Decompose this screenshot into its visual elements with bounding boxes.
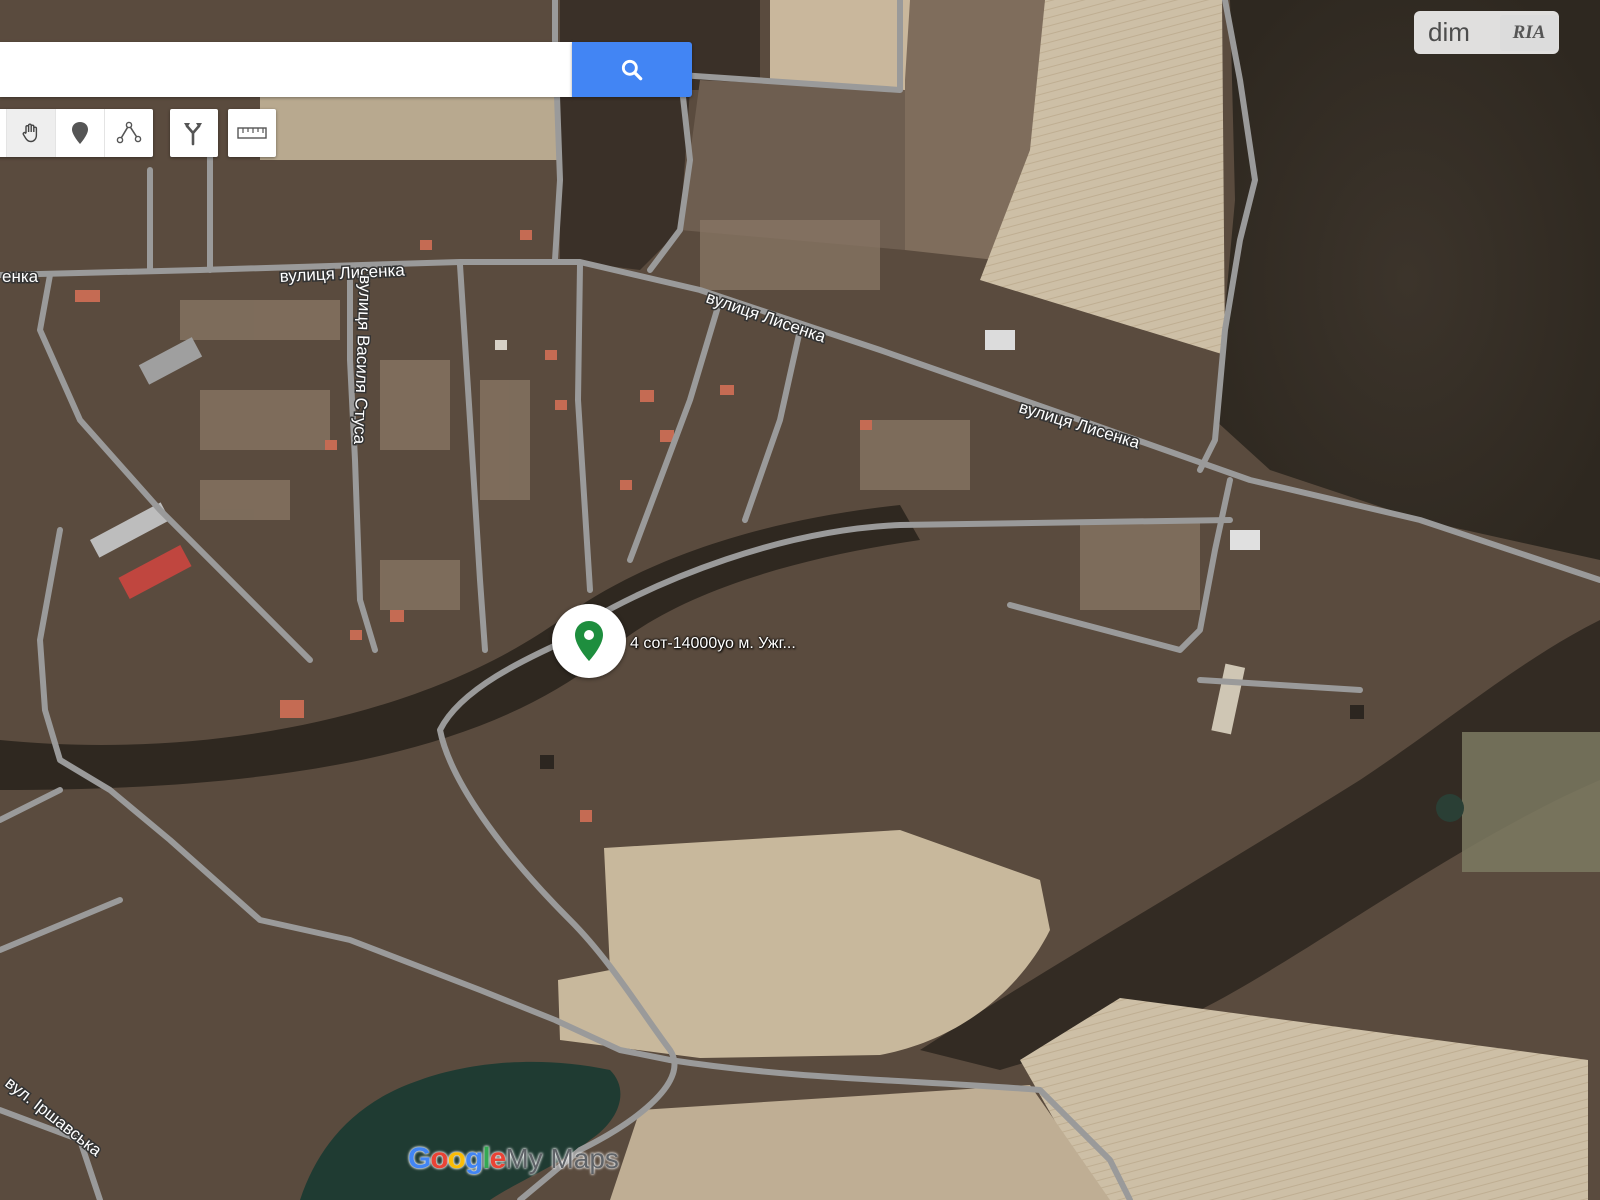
search-input[interactable] [0, 42, 572, 95]
draw-line-button[interactable] [105, 109, 153, 157]
map-tools-group [0, 109, 153, 157]
hand-tool-button[interactable] [7, 109, 56, 157]
measure-group [228, 109, 276, 157]
ruler-icon [237, 127, 267, 139]
directions-button[interactable] [170, 109, 218, 157]
search-button[interactable] [572, 42, 692, 97]
google-letter-l: l [482, 1142, 490, 1175]
google-my-maps-logo: GoogleMy Maps [408, 1142, 619, 1176]
measure-button[interactable] [228, 109, 276, 157]
ria-logo-text: RIA [1500, 14, 1558, 51]
location-marker[interactable] [552, 604, 626, 678]
google-letter-o2: o [447, 1142, 466, 1175]
street-label-lysenka-left: енка [2, 267, 39, 286]
map-pin-icon [575, 621, 603, 661]
google-letter-g: G [408, 1142, 431, 1175]
google-letter-o1: o [430, 1142, 448, 1175]
dim-ria-logo: dim RIA [1414, 11, 1559, 54]
orchard [1462, 732, 1600, 872]
satellite-map[interactable]: енка вулиця Лисенка вулиця Лисенка вулиц… [0, 0, 1600, 1200]
directions-icon [184, 123, 202, 146]
dim-logo-text: dim [1428, 17, 1470, 47]
add-marker-button[interactable] [56, 109, 105, 157]
field-nw [260, 90, 560, 160]
toolbar-edge [0, 109, 7, 157]
google-letter-g2: g [465, 1142, 483, 1175]
search-bar [0, 42, 572, 97]
marker-icon [72, 122, 88, 144]
google-letter-e: e [489, 1142, 507, 1175]
field-north-1 [770, 0, 910, 90]
line-icon [116, 121, 142, 144]
my-maps-text: My Maps [505, 1143, 619, 1174]
search-icon [621, 59, 643, 80]
hand-icon [22, 123, 38, 143]
marker-label[interactable]: 4 сот-14000уо м. Ужг... [630, 635, 796, 653]
directions-group [170, 109, 218, 157]
water-pond-small [1436, 794, 1464, 822]
